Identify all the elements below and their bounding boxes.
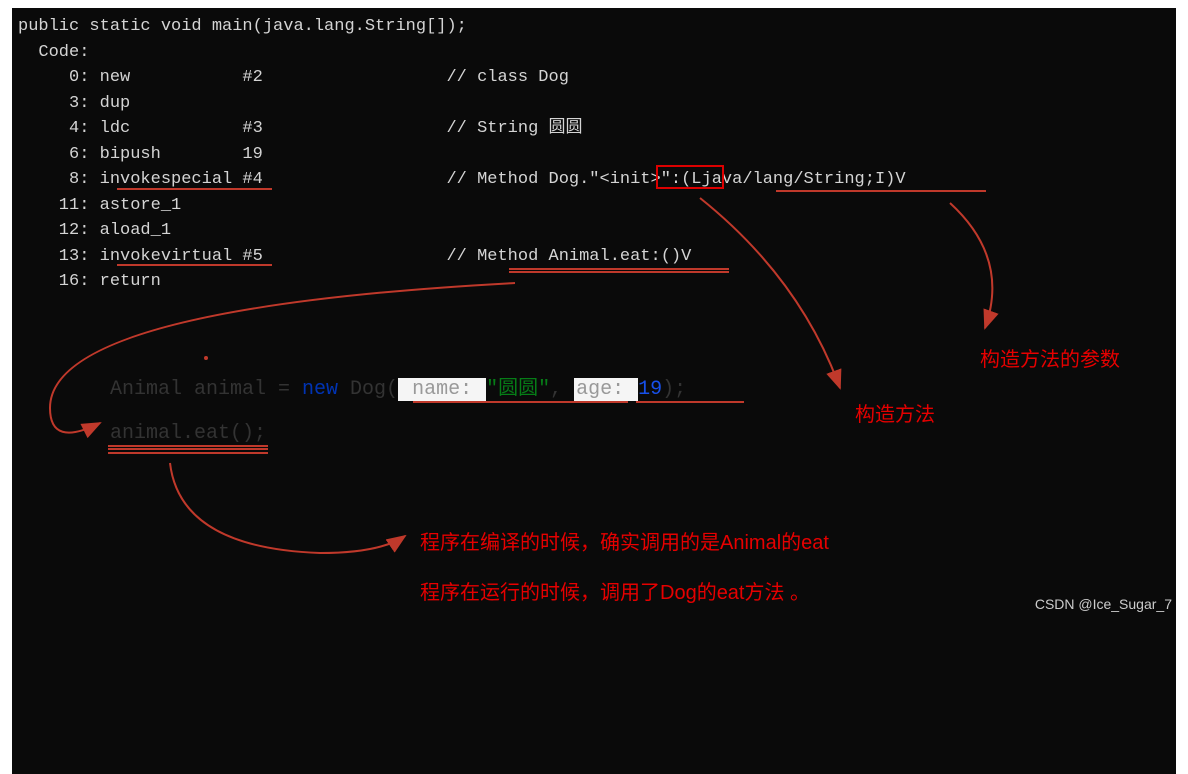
underline xyxy=(636,401,744,403)
param-hint-age: age: xyxy=(574,378,638,401)
underline xyxy=(509,268,729,270)
annotation-construct-method: 构造方法 xyxy=(855,398,935,427)
param-hint-name: name: xyxy=(398,378,486,401)
code-line-2: animal.eat(); xyxy=(110,412,686,456)
underline xyxy=(108,452,268,454)
annotation-construct-params: 构造方法的参数 xyxy=(980,343,1120,372)
underline xyxy=(117,264,272,266)
watermark: CSDN @Ice_Sugar_7 xyxy=(1035,596,1172,612)
code-seg: Dog( xyxy=(338,378,398,401)
underline xyxy=(108,445,268,447)
code-seg: , xyxy=(550,378,574,401)
init-highlight-box xyxy=(656,165,724,189)
annotation-compile-line1: 程序在编译的时候，确实调用的是Animal的eat xyxy=(420,526,829,555)
java-code-snippet: Animal animal = new Dog( name: "圆圆", age… xyxy=(110,368,686,456)
code-seg: animal.eat(); xyxy=(110,422,266,445)
annotation-compile-line2: 程序在运行的时候，调用了Dog的eat方法 。 xyxy=(420,576,810,605)
code-seg: ); xyxy=(662,378,686,401)
string-literal: "圆圆" xyxy=(486,378,550,401)
underline xyxy=(117,188,272,190)
underline xyxy=(413,401,628,403)
number-literal: 19 xyxy=(638,378,662,401)
keyword-new: new xyxy=(302,378,338,401)
underline xyxy=(776,190,986,192)
code-line-1: Animal animal = new Dog( name: "圆圆", age… xyxy=(110,368,686,412)
code-seg: Animal animal = xyxy=(110,378,302,401)
